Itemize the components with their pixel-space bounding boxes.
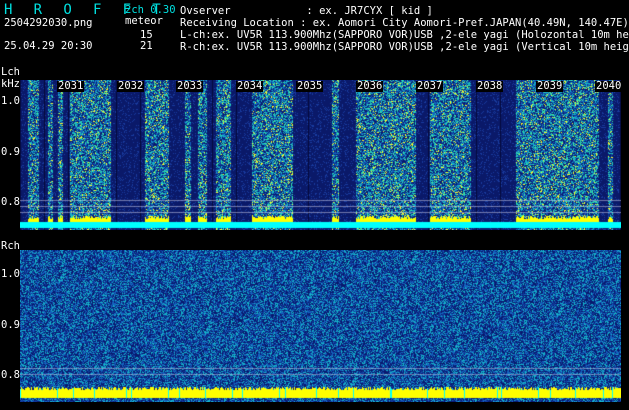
hour-label-2039: 2039 (536, 80, 564, 92)
observer-line: Ovserver : ex. JR7CYX [ kid ] (180, 5, 433, 17)
rch-ytick-0.8: 0.8 (1, 369, 20, 381)
lch-ytick-0.9: 0.9 (1, 146, 20, 158)
timestamp-label: 25.04.29 20:30 (4, 40, 93, 52)
meteor-label: meteor (125, 15, 163, 27)
location-line: Receiving Location : ex. Aomori City Aom… (180, 17, 629, 29)
lch-ytick-1.0: 1.0 (1, 95, 20, 107)
lch-spectrogram (20, 80, 621, 230)
hour-label-2036: 2036 (356, 80, 384, 92)
filename-label: 2504292030.png (4, 17, 93, 29)
meteor-count-rch: 21 (140, 40, 153, 52)
hour-label-2031: 2031 (57, 80, 85, 92)
rch-spectrogram (20, 250, 621, 402)
lch-label: Lch (1, 66, 20, 78)
hour-label-2037: 2037 (416, 80, 444, 92)
hour-label-2040: 2040 (595, 80, 623, 92)
hour-label-2038: 2038 (476, 80, 504, 92)
hour-label-2033: 2033 (176, 80, 204, 92)
hour-label-2035: 2035 (296, 80, 324, 92)
lch-ytick-0.8: 0.8 (1, 196, 20, 208)
rch-info-line: R-ch:ex. UV5R 113.900Mhz(SAPPORO VOR)USB… (180, 41, 629, 53)
lch-unit-label: kHz (1, 78, 20, 90)
rch-ytick-0.9: 0.9 (1, 319, 20, 331)
lch-info-line: L-ch:ex. UV5R 113.900Mhz(SAPPORO VOR)USB… (180, 29, 629, 41)
hour-label-2032: 2032 (117, 80, 145, 92)
rch-label: Rch (1, 240, 20, 252)
rch-ytick-1.0: 1.0 (1, 268, 20, 280)
hour-label-2034: 2034 (236, 80, 264, 92)
